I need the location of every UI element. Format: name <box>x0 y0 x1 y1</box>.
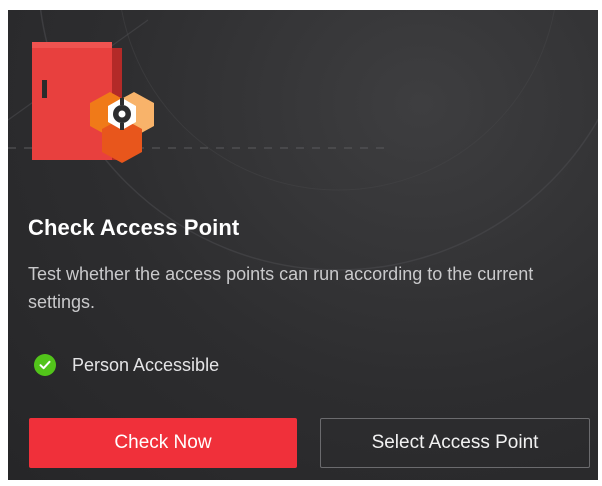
access-point-illustration <box>32 42 154 163</box>
card-description: Test whether the access points can run a… <box>28 264 534 312</box>
select-access-point-label: Select Access Point <box>371 432 539 453</box>
select-access-point-button[interactable]: Select Access Point <box>320 418 590 468</box>
status-label: Person Accessible <box>72 354 220 375</box>
check-now-label: Check Now <box>114 432 212 453</box>
check-circle-icon <box>34 354 56 376</box>
check-access-point-card: Check Access Point Test whether the acce… <box>8 10 598 480</box>
card-title: Check Access Point <box>28 215 240 240</box>
check-now-button[interactable]: Check Now <box>29 418 297 468</box>
status-indicator: Person Accessible <box>34 352 219 378</box>
